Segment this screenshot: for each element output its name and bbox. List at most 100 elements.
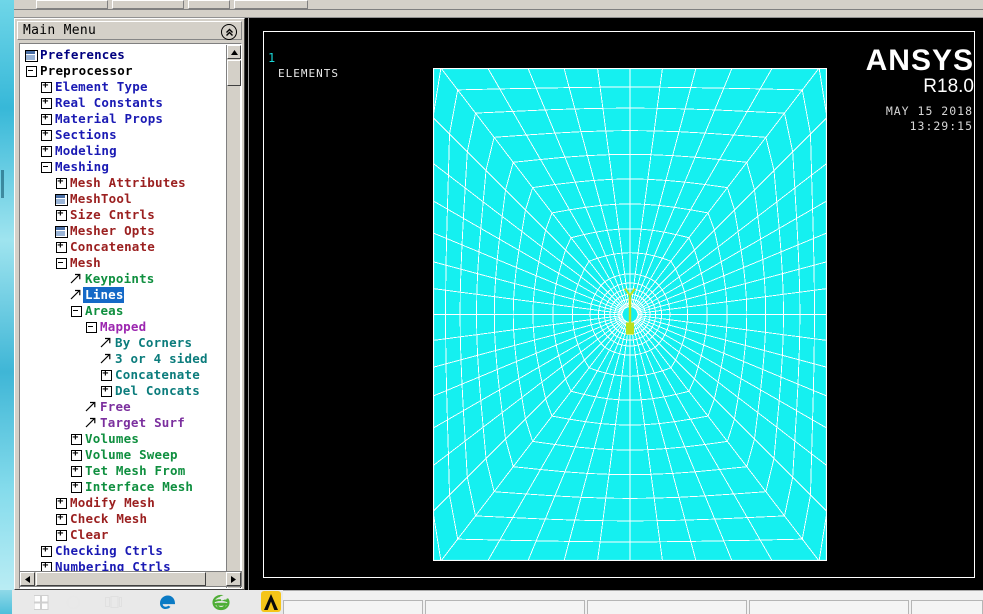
- tree-item-mesh-attributes[interactable]: Mesh Attributes: [21, 175, 228, 191]
- window-icon[interactable]: [24, 48, 38, 62]
- plus-box-icon[interactable]: [54, 240, 68, 254]
- tree-item-label: Modify Mesh: [70, 495, 155, 510]
- plus-box-icon[interactable]: [69, 480, 83, 494]
- plus-box-icon[interactable]: [39, 128, 53, 142]
- tree-item-size-cntrls[interactable]: Size Cntrls: [21, 207, 228, 223]
- tree-item-areas[interactable]: Areas: [21, 303, 228, 319]
- tree-item-check-mesh[interactable]: Check Mesh: [21, 511, 228, 527]
- plus-box-icon[interactable]: [54, 208, 68, 222]
- plus-box-icon[interactable]: [39, 96, 53, 110]
- tree-item-meshing[interactable]: Meshing: [21, 159, 228, 175]
- desktop-wallpaper: [0, 0, 14, 600]
- tree-item-concatenate[interactable]: Concatenate: [21, 239, 228, 255]
- tree-item-material-props[interactable]: Material Props: [21, 111, 228, 127]
- mesh-svg: [433, 68, 827, 561]
- main-menu-tree: PreferencesPreprocessorElement TypeReal …: [21, 45, 228, 575]
- tree-item-label: Checking Ctrls: [55, 543, 164, 558]
- tree-item-target-surf[interactable]: Target Surf: [21, 415, 228, 431]
- graphics-date-label: MAY 15 2018: [885, 104, 973, 118]
- plus-box-icon[interactable]: [39, 112, 53, 126]
- tree-item-del-concats[interactable]: Del Concats: [21, 383, 228, 399]
- plus-box-icon[interactable]: [69, 432, 83, 446]
- scroll-right-arrow-icon[interactable]: [226, 572, 241, 586]
- window-icon[interactable]: [54, 224, 68, 238]
- plus-box-icon[interactable]: [54, 528, 68, 542]
- task-view-icon[interactable]: [100, 591, 126, 613]
- plus-box-icon[interactable]: [99, 368, 113, 382]
- arrow-icon[interactable]: [69, 272, 83, 286]
- tree-item-clear[interactable]: Clear: [21, 527, 228, 543]
- ansys-icon[interactable]: [258, 591, 284, 613]
- tree-item-label: Keypoints: [85, 271, 155, 286]
- taskbar-segment[interactable]: [283, 600, 423, 614]
- tree-item-element-type[interactable]: Element Type: [21, 79, 228, 95]
- tree-item-preferences[interactable]: Preferences: [21, 47, 228, 63]
- toolbar-button-2[interactable]: [112, 0, 184, 9]
- tree-item-keypoints[interactable]: Keypoints: [21, 271, 228, 287]
- graphics-window-number: 1: [268, 51, 276, 65]
- tree-item-real-constants[interactable]: Real Constants: [21, 95, 228, 111]
- tree-item-mesher-opts[interactable]: Mesher Opts: [21, 223, 228, 239]
- tree-item-tet-mesh-from[interactable]: Tet Mesh From: [21, 463, 228, 479]
- edge-icon[interactable]: [155, 591, 181, 613]
- tree-item-checking-ctrls[interactable]: Checking Ctrls: [21, 543, 228, 559]
- tree-item-label: Volumes: [85, 431, 140, 446]
- minus-box-icon[interactable]: [39, 160, 53, 174]
- scroll-left-arrow-icon[interactable]: [20, 572, 35, 586]
- circle-icon[interactable]: [60, 591, 86, 613]
- plus-box-icon[interactable]: [39, 544, 53, 558]
- minus-box-icon[interactable]: [69, 304, 83, 318]
- plus-box-icon[interactable]: [54, 512, 68, 526]
- arrow-icon[interactable]: [84, 400, 98, 414]
- minus-box-icon[interactable]: [24, 64, 38, 78]
- ie-icon[interactable]: [208, 591, 234, 613]
- tree-item-mesh[interactable]: Mesh: [21, 255, 228, 271]
- double-chevron-up-icon[interactable]: [221, 24, 237, 40]
- tree-item-by-corners[interactable]: By Corners: [21, 335, 228, 351]
- plus-box-icon[interactable]: [39, 80, 53, 94]
- minus-box-icon[interactable]: [54, 256, 68, 270]
- plus-box-icon[interactable]: [99, 384, 113, 398]
- toolbar-button-4[interactable]: [234, 0, 308, 9]
- toolbar-button-1[interactable]: [36, 0, 108, 9]
- scroll-up-arrow-icon[interactable]: [227, 45, 241, 59]
- taskbar-segment[interactable]: [911, 600, 983, 614]
- horizontal-scrollbar-thumb[interactable]: [36, 572, 206, 586]
- plus-box-icon[interactable]: [54, 496, 68, 510]
- tree-item-concatenate[interactable]: Concatenate: [21, 367, 228, 383]
- tree-item-modeling[interactable]: Modeling: [21, 143, 228, 159]
- tree-item-3-or-4-sided[interactable]: 3 or 4 sided: [21, 351, 228, 367]
- tree-item-preprocessor[interactable]: Preprocessor: [21, 63, 228, 79]
- tree-item-interface-mesh[interactable]: Interface Mesh: [21, 479, 228, 495]
- vertical-scrollbar-thumb[interactable]: [227, 60, 241, 86]
- tree-item-mapped[interactable]: Mapped: [21, 319, 228, 335]
- tree-item-modify-mesh[interactable]: Modify Mesh: [21, 495, 228, 511]
- tree-vertical-scrollbar[interactable]: [226, 45, 241, 588]
- graphics-window[interactable]: 1 ELEMENTS ANSYS R18.0 MAY 15 2018 13:29…: [248, 18, 983, 590]
- plus-box-icon[interactable]: [69, 448, 83, 462]
- plus-box-icon[interactable]: [69, 464, 83, 478]
- arrow-icon[interactable]: [99, 352, 113, 366]
- tree-horizontal-scrollbar[interactable]: [19, 571, 242, 587]
- window-icon[interactable]: [54, 192, 68, 206]
- taskbar-segment[interactable]: [425, 600, 585, 614]
- tree-item-volume-sweep[interactable]: Volume Sweep: [21, 447, 228, 463]
- main-menu-tree-scroll-area[interactable]: PreferencesPreprocessorElement TypeReal …: [21, 45, 228, 588]
- taskbar-segment[interactable]: [749, 600, 909, 614]
- minus-box-icon[interactable]: [84, 320, 98, 334]
- windows-logo-icon[interactable]: [28, 591, 54, 613]
- arrow-icon[interactable]: [99, 336, 113, 350]
- tree-item-free[interactable]: Free: [21, 399, 228, 415]
- plus-box-icon[interactable]: [39, 144, 53, 158]
- tree-item-volumes[interactable]: Volumes: [21, 431, 228, 447]
- mesh-plot[interactable]: [433, 68, 827, 561]
- arrow-icon[interactable]: [84, 416, 98, 430]
- toolbar-button-3[interactable]: [188, 0, 230, 9]
- taskbar-segment[interactable]: [587, 600, 747, 614]
- plus-box-icon[interactable]: [54, 176, 68, 190]
- tree-item-lines[interactable]: Lines: [21, 287, 228, 303]
- arrow-icon[interactable]: [69, 288, 83, 302]
- tree-item-sections[interactable]: Sections: [21, 127, 228, 143]
- taskbar-status-strip: [283, 590, 983, 614]
- tree-item-meshtool[interactable]: MeshTool: [21, 191, 228, 207]
